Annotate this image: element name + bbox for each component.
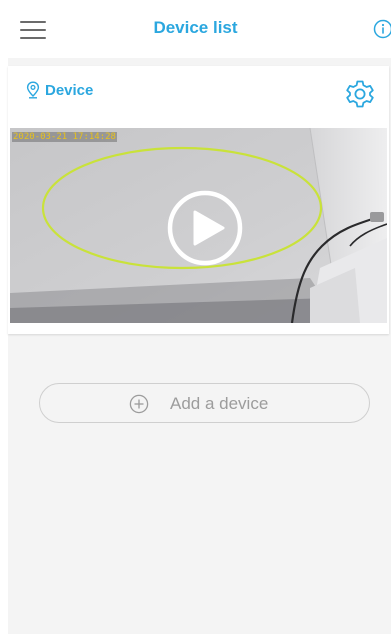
video-timestamp: 2020-03-21 17:14:28 bbox=[12, 132, 117, 142]
device-row: Device bbox=[8, 66, 389, 122]
header-bar: Device list bbox=[0, 0, 391, 58]
gear-icon[interactable] bbox=[344, 78, 376, 110]
page-title: Device list bbox=[153, 18, 238, 37]
device-card: Device 2020-03-21 17:14:28 bbox=[8, 66, 389, 334]
add-device-button[interactable]: Add a device bbox=[39, 383, 370, 423]
device-name[interactable]: Device bbox=[45, 82, 93, 99]
device-list-screen: Device list Device 2020-03-21 17:14:28 A… bbox=[0, 0, 391, 634]
card-footer bbox=[8, 323, 389, 334]
plus-circle-icon bbox=[129, 394, 149, 414]
play-icon[interactable] bbox=[167, 190, 243, 266]
camera-video-preview[interactable]: 2020-03-21 17:14:28 bbox=[10, 128, 387, 323]
add-device-label: Add a device bbox=[170, 394, 269, 413]
location-pin-icon bbox=[26, 81, 40, 99]
info-circle-icon[interactable] bbox=[373, 19, 391, 39]
